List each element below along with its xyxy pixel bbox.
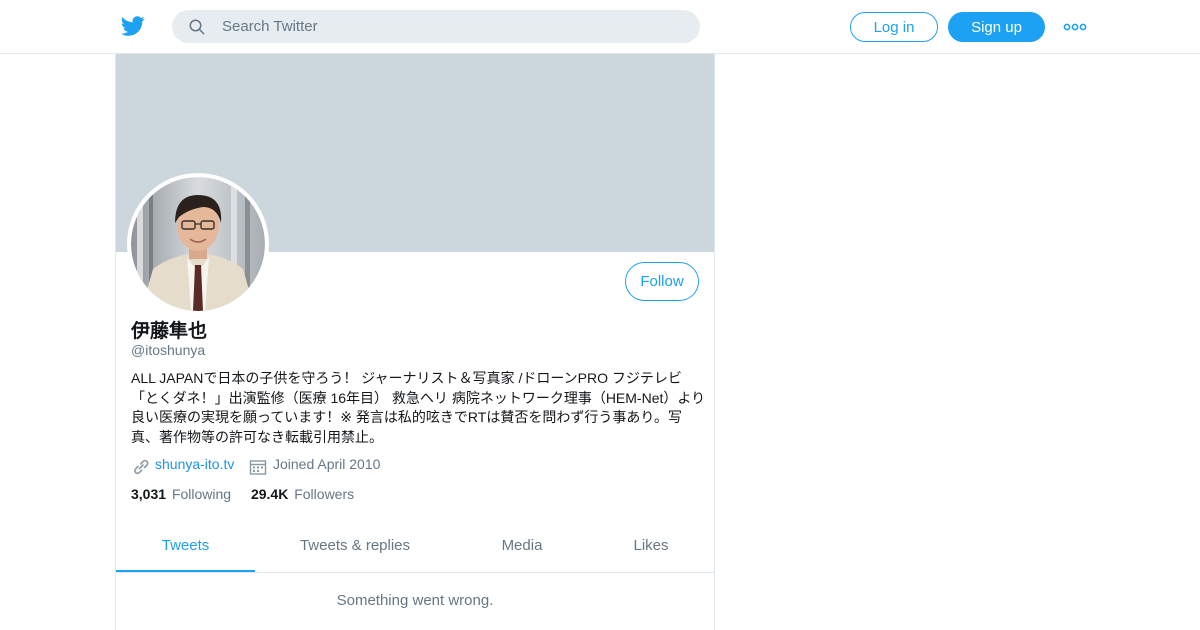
profile-name[interactable]: 伊藤隼也 [131, 316, 207, 343]
followers-label: Followers [294, 486, 355, 502]
profile-bio: ALL JAPANで日本の子供を守ろう！ ジャーナリスト＆写真家 /ドローンPR… [131, 370, 706, 445]
avatar-photo [131, 177, 265, 311]
follow-button[interactable]: Follow [625, 262, 699, 301]
profile-card: Follow 伊藤隼也 @itoshunya ALL JAPANで日本の子供を守… [115, 54, 715, 630]
profile-tabs: Tweets Tweets & replies Media Likes [116, 526, 714, 573]
search-box[interactable] [172, 10, 700, 43]
following-stat[interactable]: 3,031 Following [131, 486, 231, 502]
tab-tweets-replies[interactable]: Tweets & replies [276, 526, 434, 572]
profile-stats: 3,031 Following 29.4K Followers [131, 486, 370, 502]
join-date: Joined April 2010 [273, 456, 381, 472]
twitter-bird-icon[interactable] [120, 14, 146, 38]
following-label: Following [171, 486, 232, 502]
signup-button[interactable]: Sign up [948, 12, 1045, 42]
top-navigation-bar: Log in Sign up [0, 0, 1200, 54]
tab-tweets[interactable]: Tweets [116, 526, 255, 572]
following-count: 3,031 [131, 486, 167, 502]
followers-count: 29.4K [250, 486, 289, 502]
profile-avatar[interactable] [127, 173, 269, 315]
search-icon [189, 19, 205, 35]
login-button[interactable]: Log in [850, 12, 938, 42]
tab-media[interactable]: Media [476, 526, 568, 572]
more-dots-icon[interactable] [1063, 20, 1087, 34]
tab-likes[interactable]: Likes [610, 526, 692, 572]
link-icon [134, 459, 149, 475]
profile-website-link[interactable]: shunya-ito.tv [155, 456, 234, 472]
followers-stat[interactable]: 29.4K Followers [251, 486, 354, 502]
calendar-icon [249, 460, 267, 475]
profile-handle[interactable]: @itoshunya [131, 342, 205, 358]
search-input[interactable] [222, 10, 682, 43]
timeline-error-message: Something went wrong. [336, 592, 494, 609]
